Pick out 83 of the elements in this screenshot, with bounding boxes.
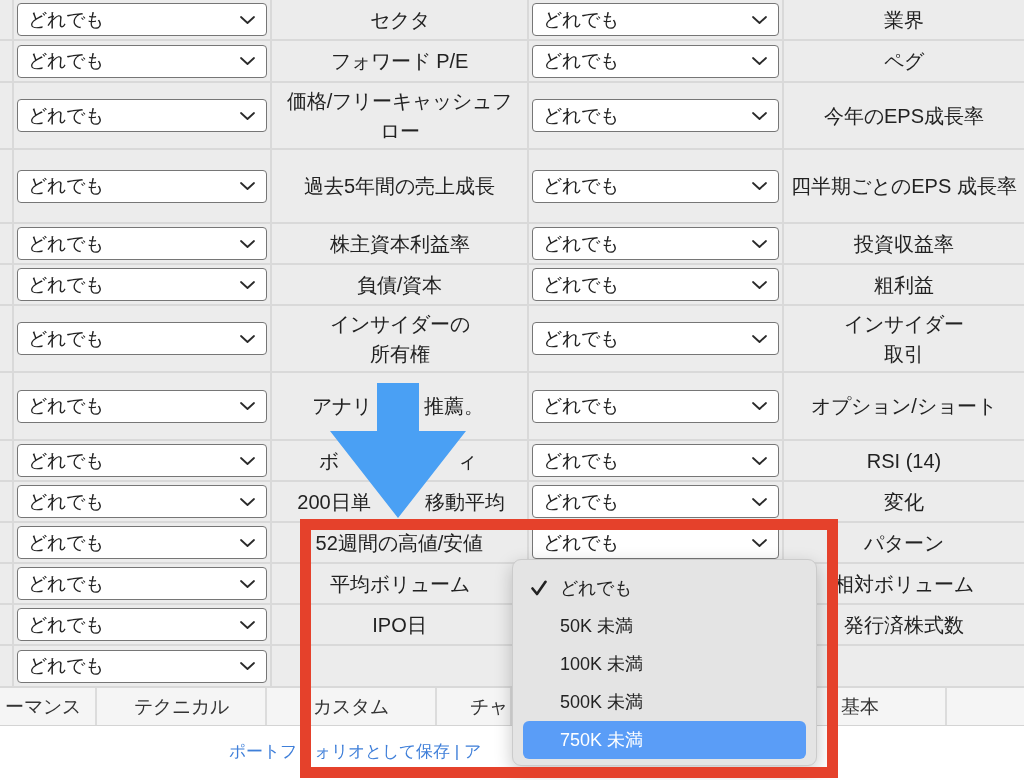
chevron-down-icon [240,662,255,670]
filter-label: 発行済株式数 [844,612,964,638]
menu-option[interactable]: 100K 未満 [523,645,806,683]
chevron-down-icon [240,280,255,289]
footer-link[interactable]: ォリオとして保存 | ア [314,742,481,762]
chevron-down-icon [240,15,255,24]
chevron-down-icon [752,280,767,289]
filter-label: 価格/フリーキャッシュフロー [285,88,514,144]
filter-label: 平均ボリューム [329,571,470,597]
dropdown-select[interactable]: どれでも [532,444,779,477]
filter-label: ボ [318,448,339,474]
filter-label: RSI (14) [866,448,942,474]
dropdown-select[interactable]: どれでも [17,322,267,355]
filter-label: 業界 [884,7,924,33]
chevron-down-icon [240,402,255,410]
filter-label: パターン [864,530,944,556]
filter-label: 52週間の高値/安値 [315,530,484,556]
chevron-down-icon [752,15,767,24]
dropdown-select[interactable]: どれでも [532,322,779,355]
dropdown-select[interactable]: どれでも [17,169,267,203]
dropdown-select[interactable]: どれでも [532,3,779,36]
chevron-down-icon [752,456,767,465]
dropdown-select[interactable]: どれでも [17,444,267,477]
chevron-down-icon [240,334,255,343]
chevron-down-icon [240,57,255,65]
filter-label: 投資収益率 [854,231,954,257]
filter-label: 四半期ごとのEPS 成長率 [791,174,1017,199]
filter-label: オプション/ショート [811,394,997,419]
dropdown-select[interactable]: どれでも [17,268,267,301]
chevron-down-icon [240,456,255,465]
filter-label: セクタ [369,7,430,33]
chevron-down-icon [752,497,767,506]
chevron-down-icon [240,579,255,588]
filter-label: 移動平均 [425,489,506,515]
menu-option[interactable]: 500K 未満 [523,683,806,721]
filter-label: 株主資本利益率 [329,231,470,257]
filter-label: 過去5年間の売上成長 [303,174,496,199]
filter-label: インサイダー取引 [843,311,965,367]
chevron-down-icon [240,497,255,506]
chevron-down-icon [752,239,767,248]
filter-label: インサイダーの所有権 [328,311,471,367]
footer-link[interactable]: ポートフ [229,742,297,762]
dropdown-select[interactable]: どれでも [17,227,267,260]
menu-option[interactable]: 50K 未満 [523,607,806,645]
dropdown-select[interactable]: どれでも [532,389,779,423]
dropdown-select[interactable]: どれでも [17,485,267,518]
dropdown-select[interactable]: どれでも [17,526,267,559]
chevron-down-icon [752,538,767,547]
dropdown-select[interactable]: どれでも [17,3,267,36]
dropdown-select[interactable]: どれでも [17,567,267,600]
dropdown-select[interactable]: どれでも [532,227,779,260]
filter-label: 変化 [884,489,924,515]
filter-label: 200日単 [297,489,371,515]
dropdown-select[interactable]: どれでも [17,389,267,423]
chevron-down-icon [240,111,255,120]
filter-label: 推薦。 [424,394,484,419]
filter-label: 粗利益 [874,272,934,298]
chevron-down-icon [752,111,767,120]
filter-label: IPO日 [372,612,427,638]
dropdown-select[interactable]: どれでも [17,99,267,132]
dropdown-select[interactable]: どれでも [532,169,779,203]
dropdown-select[interactable]: どれでも [532,268,779,301]
dropdown-select[interactable]: どれでも [532,44,779,78]
chevron-down-icon [240,239,255,248]
filter-label: 今年のEPS成長率 [824,103,984,129]
chevron-down-icon [752,402,767,410]
filter-label: フォワード P/E [330,49,469,74]
dropdown-select[interactable]: どれでも [17,44,267,78]
dropdown-select[interactable]: どれでも [532,485,779,518]
filter-label: 負債/資本 [356,272,443,298]
filter-label: アナリ [312,394,372,419]
dropdown-select[interactable]: どれでも [17,649,267,683]
chevron-down-icon [752,57,767,65]
chevron-down-icon [240,538,255,547]
dropdown-select[interactable]: どれでも [532,99,779,132]
chevron-down-icon [240,620,255,629]
filter-label: ィ [457,448,478,474]
dropdown-select[interactable]: どれでも [17,608,267,641]
menu-option[interactable]: どれでも [523,569,806,607]
chevron-down-icon [240,182,255,190]
filter-label: ペグ [884,49,924,74]
chevron-down-icon [752,334,767,343]
chevron-down-icon [752,182,767,190]
